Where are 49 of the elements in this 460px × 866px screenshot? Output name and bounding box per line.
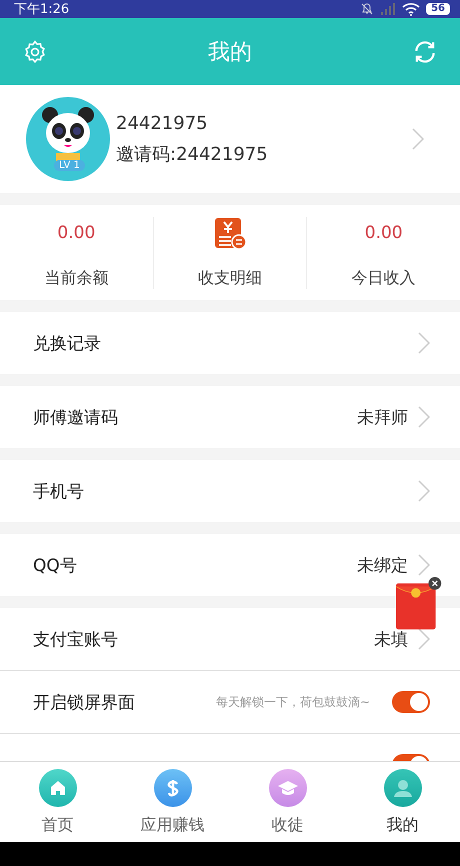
menu-row[interactable]: 兑换记录 bbox=[0, 312, 460, 374]
battery-indicator: 56 bbox=[426, 3, 450, 15]
chevron-right-icon bbox=[418, 406, 430, 428]
row-label: 兑换记录 bbox=[33, 332, 102, 354]
tab-item[interactable]: 首页 bbox=[0, 762, 115, 842]
settings-icon[interactable] bbox=[22, 38, 48, 64]
dollar-icon bbox=[154, 768, 192, 806]
level-badge: LV 1 bbox=[54, 160, 85, 171]
row-value: 未绑定 bbox=[357, 554, 408, 576]
home-icon bbox=[38, 768, 76, 806]
tab-item[interactable]: 我的 bbox=[345, 762, 460, 842]
row-hint: 每天解锁一下，荷包鼓鼓滴~ bbox=[216, 694, 370, 710]
status-time: 下午1:26 bbox=[14, 1, 70, 18]
menu-row[interactable]: 支付宝账号 未填 bbox=[0, 608, 460, 670]
stat-label: 收支明细 bbox=[198, 268, 262, 288]
chevron-right-icon bbox=[418, 628, 430, 650]
chevron-right-icon bbox=[418, 480, 430, 502]
row-label: 师傅邀请码 bbox=[33, 406, 119, 428]
menu-row[interactable]: 手机号 bbox=[0, 460, 460, 522]
chevron-right-icon bbox=[418, 554, 430, 576]
money-envelope-drawing[interactable] bbox=[396, 577, 442, 631]
tab-item[interactable]: 应用赚钱 bbox=[115, 762, 230, 842]
row-label: 支付宝账号 bbox=[33, 628, 119, 650]
row-value: 未填 bbox=[374, 628, 408, 650]
stat-label: 当前余额 bbox=[44, 268, 108, 288]
graduation-cap-icon bbox=[268, 768, 306, 806]
menu-row[interactable]: 开启锁屏界面 每天解锁一下，荷包鼓鼓滴~ bbox=[0, 670, 460, 733]
bill-icon[interactable] bbox=[213, 216, 247, 250]
menu-row[interactable]: 师傅邀请码 未拜师 bbox=[0, 386, 460, 448]
stat-value: 0.00 bbox=[364, 222, 403, 242]
stat-label: 今日收入 bbox=[352, 268, 416, 288]
chevron-right-icon bbox=[418, 332, 430, 354]
user-id: 24421975 bbox=[116, 112, 209, 134]
invite-code: 邀请码:24421975 bbox=[116, 142, 269, 166]
wifi-icon bbox=[402, 2, 420, 16]
bell-off-icon bbox=[360, 2, 374, 16]
row-label: QQ号 bbox=[33, 554, 78, 576]
signal-icon bbox=[380, 3, 396, 15]
tab-item[interactable]: 收徒 bbox=[230, 762, 345, 842]
profile-card[interactable]: LV 1 24421975 邀请码:24421975 bbox=[0, 85, 460, 193]
stat-value: 0.00 bbox=[57, 222, 96, 242]
page-title: 我的 bbox=[208, 38, 252, 66]
row-value: 未拜师 bbox=[357, 406, 408, 428]
toggle-switch[interactable] bbox=[392, 691, 430, 713]
menu-row[interactable]: QQ号 未绑定 bbox=[0, 534, 460, 596]
row-label: 开启锁屏界面 bbox=[33, 692, 136, 714]
person-icon bbox=[384, 768, 422, 806]
chevron-right-icon bbox=[412, 128, 424, 150]
row-label: 手机号 bbox=[33, 480, 85, 502]
